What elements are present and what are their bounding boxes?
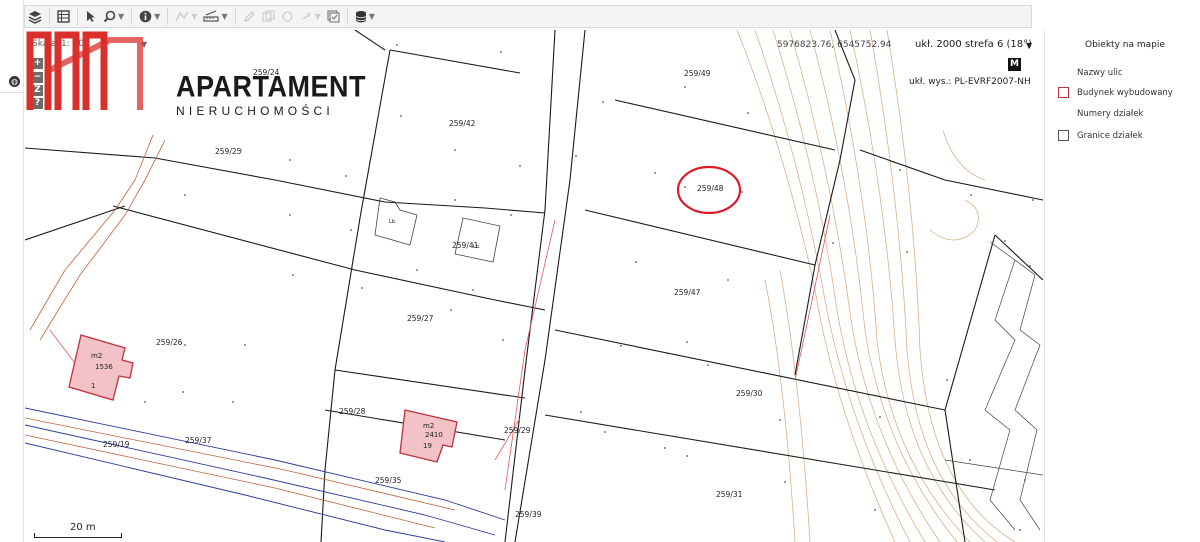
search-icon bbox=[103, 10, 116, 23]
draw-tools-button[interactable]: ▼ bbox=[172, 6, 200, 27]
parcel-label: 259/31 bbox=[716, 490, 743, 499]
layer-label: Budynek wybudowany bbox=[1077, 87, 1173, 98]
globe-icon[interactable]: ◍ bbox=[9, 76, 20, 87]
layers-icon bbox=[28, 10, 42, 24]
building-number-label: 1 bbox=[91, 382, 95, 390]
edit-icon bbox=[243, 11, 255, 23]
existing-building-label: Lb. bbox=[389, 219, 397, 225]
cursor-coordinates: 5976823.76, 6545752.94 bbox=[777, 40, 892, 50]
chevron-down-icon: ▼ bbox=[368, 12, 375, 21]
divider bbox=[0, 92, 24, 93]
parcel-label: 259/39 bbox=[515, 510, 542, 519]
crs-select[interactable]: ukł. 2000 strefa 6 (18°) bbox=[915, 39, 1032, 50]
chevron-down-icon: ▼ bbox=[118, 12, 125, 21]
chevron-down-icon[interactable]: ▼ bbox=[1026, 41, 1032, 50]
existing-building-label: Lb. bbox=[473, 244, 481, 250]
map-mode-badge[interactable]: M bbox=[1008, 58, 1021, 71]
checklist-icon bbox=[327, 10, 340, 23]
table-icon bbox=[57, 10, 70, 23]
chevron-down-icon: ▼ bbox=[314, 12, 321, 21]
parcel-label: 259/35 bbox=[375, 476, 402, 485]
redo-button[interactable]: ▼ bbox=[297, 6, 324, 27]
draw-icon bbox=[175, 11, 189, 22]
layer-parcel-boundaries[interactable]: Granice działek bbox=[1058, 130, 1143, 141]
legend-title: Obiekty na mapie bbox=[1085, 40, 1165, 50]
parcel-label: 259/48 bbox=[697, 184, 724, 193]
toolbar-separator bbox=[49, 8, 50, 25]
layer-label: Numery działek bbox=[1077, 109, 1144, 119]
contour-lines bbox=[736, 30, 1016, 542]
measure-button[interactable]: ▼ bbox=[200, 6, 230, 27]
legend-panel: Obiekty na mapie Nazwy ulic Budynek wybu… bbox=[1044, 30, 1200, 542]
search-button[interactable]: ▼ bbox=[100, 6, 127, 27]
map-canvas[interactable]: 259/24 259/25 259/42 259/41 259/49 259/4… bbox=[25, 30, 1043, 542]
edit-button[interactable] bbox=[240, 6, 259, 27]
building-area-label: 1536 bbox=[95, 363, 113, 371]
copy-icon bbox=[262, 10, 275, 22]
building-type-label: m2 bbox=[91, 352, 102, 360]
toolbar-separator bbox=[131, 8, 133, 25]
table-button[interactable] bbox=[54, 6, 73, 27]
chevron-down-icon: ▼ bbox=[221, 12, 228, 21]
database-button[interactable]: ▼ bbox=[352, 6, 378, 27]
map-toolbar: ▼ ▼ ▼ ▼ ▼ ▼ bbox=[24, 5, 1032, 28]
parcel-label: 259/42 bbox=[449, 119, 476, 128]
building-area-label: 2410 bbox=[425, 431, 443, 439]
chevron-down-icon: ▼ bbox=[191, 12, 198, 21]
parcel-label: 259/37 bbox=[185, 436, 212, 445]
parcel-label: 259/28 bbox=[339, 407, 366, 416]
checkbox[interactable] bbox=[1058, 130, 1069, 141]
height-system-label: ukł. wys.: PL-EVRF2007-NH bbox=[909, 77, 1031, 87]
layer-label: Nazwy ulic bbox=[1077, 68, 1123, 78]
checklist-button[interactable] bbox=[324, 6, 343, 27]
toolbar-separator bbox=[234, 8, 236, 25]
building-type-label: m2 bbox=[423, 422, 434, 430]
parcel-label: 259/47 bbox=[674, 288, 701, 297]
parcel-label: 259/26 bbox=[156, 338, 183, 347]
parcel-label: 259/29 bbox=[504, 426, 531, 435]
layer-parcel-numbers[interactable]: Numery działek bbox=[1077, 109, 1143, 119]
redo-icon bbox=[302, 12, 311, 20]
chevron-down-icon: ▼ bbox=[154, 12, 161, 21]
layers-button[interactable] bbox=[25, 6, 45, 27]
scale-bar-label: 20 m bbox=[70, 522, 96, 533]
select-pointer-button[interactable] bbox=[82, 6, 100, 27]
building-number-label: 19 bbox=[423, 442, 432, 450]
utility-lines bbox=[25, 134, 456, 529]
layer-street-names[interactable]: Nazwy ulic bbox=[1077, 68, 1123, 78]
parcel-label: 259/49 bbox=[684, 69, 711, 78]
undo-button[interactable] bbox=[278, 6, 297, 27]
checkbox[interactable] bbox=[1058, 87, 1069, 98]
toolbar-separator bbox=[77, 8, 78, 25]
measure-icon bbox=[203, 10, 220, 22]
undo-icon bbox=[281, 11, 293, 22]
parcel-label: 259/30 bbox=[736, 389, 763, 398]
toolbar-separator bbox=[167, 8, 169, 25]
info-button[interactable]: ▼ bbox=[136, 6, 163, 27]
pointer-icon bbox=[87, 11, 95, 22]
layer-label: Granice działek bbox=[1077, 130, 1143, 141]
scale-bar bbox=[34, 533, 122, 538]
parcel-label: 259/19 bbox=[103, 440, 130, 449]
logo-title: APARTAMENT bbox=[176, 70, 366, 104]
info-icon bbox=[139, 10, 152, 23]
left-sidebar-strip: ◍ bbox=[0, 0, 24, 542]
logo-subtitle: NIERUCHOMOŚCI bbox=[176, 104, 334, 118]
layer-built-buildings[interactable]: Budynek wybudowany bbox=[1058, 87, 1173, 98]
database-icon bbox=[355, 10, 366, 22]
copy-button[interactable] bbox=[259, 6, 278, 27]
parcel-label: 259/27 bbox=[407, 314, 434, 323]
parcel-label: 259/25 bbox=[215, 147, 242, 156]
map-viewer-app: ◍ ▼ ▼ ▼ ▼ ▼ ▼ 259/24 259/25 259/42 259/4… bbox=[0, 0, 1200, 542]
toolbar-separator bbox=[346, 8, 348, 25]
